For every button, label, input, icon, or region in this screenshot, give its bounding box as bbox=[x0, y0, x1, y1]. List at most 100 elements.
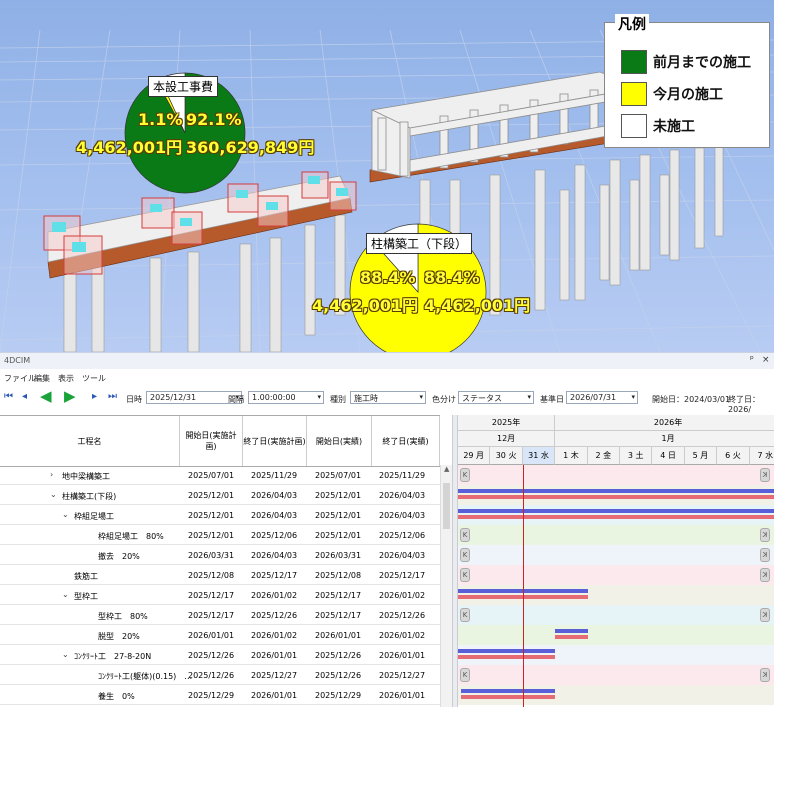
scroll-to-bar-right-icon[interactable]: K bbox=[760, 548, 770, 562]
gantt-actual-bar[interactable] bbox=[555, 635, 588, 639]
col-header-name[interactable]: 工程名 bbox=[0, 416, 180, 466]
menu-edit[interactable]: 編集 bbox=[34, 373, 50, 384]
gantt-day-header: 29 月 bbox=[458, 447, 491, 465]
pie-pct-right-column: 88.4% bbox=[424, 268, 480, 287]
gantt-chart: 2025年 2026年 12月 1月 29 月 30 火 31 水1 木2 金3 土4 日5… bbox=[458, 415, 774, 707]
type-select[interactable]: 施工時 ▾ bbox=[350, 391, 426, 404]
table-row[interactable]: 脱型 20% 2026/01/01 2026/01/02 2026/01/01 2026… bbox=[0, 625, 440, 645]
gantt-plan-bar[interactable] bbox=[458, 649, 556, 653]
color-select[interactable]: ステータス ▾ bbox=[458, 391, 534, 404]
gantt-day-header: 3 土 bbox=[620, 447, 653, 465]
table-row[interactable]: 養生 0% 2025/12/29 2026/01/01 2025/12/29 2026/… bbox=[0, 685, 440, 705]
actual-start-cell: 2025/12/26 bbox=[315, 651, 362, 660]
scroll-up-icon[interactable]: ▲ bbox=[444, 465, 449, 473]
legend-swatch-previous bbox=[621, 50, 647, 74]
chevron-down-icon[interactable]: ⌄ bbox=[62, 590, 69, 599]
chevron-down-icon[interactable]: ⌄ bbox=[62, 510, 69, 519]
task-name: 養生 0% bbox=[98, 692, 135, 701]
play-back-icon[interactable]: ◀ bbox=[40, 387, 52, 405]
table-row[interactable]: ｺﾝｸﾘｰﾄ工(躯体)(0.15) … 2025/12/26 2025/12/27 2… bbox=[0, 665, 440, 685]
table-row[interactable]: › 地中梁構築工 2025/07/01 2025/11/29 2025/07/01 202… bbox=[0, 465, 440, 485]
table-row[interactable]: ⌄ 枠組足場工 2025/12/01 2026/04/03 2025/12/01 2026… bbox=[0, 505, 440, 525]
gantt-plan-bar[interactable] bbox=[461, 689, 556, 693]
3d-viewport[interactable]: 本設工事費 1.1% 92.1% 4,462,001円 360,629,849円… bbox=[0, 0, 774, 352]
gantt-row bbox=[458, 665, 774, 685]
col-header-plan-start[interactable]: 開始日(実施計画) bbox=[180, 416, 243, 466]
task-name: 型枠工 80% bbox=[98, 612, 148, 621]
first-icon[interactable]: ⏮ bbox=[4, 391, 13, 402]
schedule-panel: 4DCIM ᵖ × ファイル 編集 表示 ツール ⏮ ◂ ◀ ▶ ▸ ⏭ 日時 … bbox=[0, 352, 774, 707]
right-frame bbox=[370, 71, 642, 179]
interval-label: 間隔 bbox=[228, 395, 244, 404]
gantt-actual-bar[interactable] bbox=[458, 515, 774, 519]
plan-start-cell: 2025/12/01 bbox=[188, 531, 235, 540]
scroll-to-bar-left-icon[interactable]: K bbox=[460, 528, 470, 542]
gantt-year-header: 2025年 bbox=[458, 415, 556, 431]
close-icon[interactable]: × bbox=[762, 355, 770, 365]
chevron-down-icon[interactable]: ⌄ bbox=[62, 650, 69, 659]
scroll-to-bar-right-icon[interactable]: K bbox=[760, 528, 770, 542]
chevron-right-icon[interactable]: › bbox=[50, 470, 53, 479]
scroll-thumb[interactable] bbox=[443, 483, 450, 529]
table-row[interactable]: 撤去 20% 2026/03/31 2026/04/03 2026/03/31 2026… bbox=[0, 545, 440, 565]
table-row[interactable]: 型枠工 80% 2025/12/17 2025/12/26 2025/12/17 202… bbox=[0, 605, 440, 625]
table-row[interactable]: ⌄ 型枠工 2025/12/17 2026/01/02 2025/12/17 2026/0… bbox=[0, 585, 440, 605]
plan-start-cell: 2025/12/26 bbox=[188, 651, 235, 660]
prev-icon[interactable]: ◂ bbox=[22, 391, 27, 402]
base-date-picker[interactable]: 2026/07/31 ▾ bbox=[566, 391, 638, 404]
chevron-down-icon[interactable]: ⌄ bbox=[50, 490, 57, 499]
actual-start-cell: 2025/12/17 bbox=[315, 611, 362, 620]
col-header-actual-start[interactable]: 開始日(実績) bbox=[307, 416, 372, 466]
scroll-to-bar-right-icon[interactable]: K bbox=[760, 668, 770, 682]
gantt-row bbox=[458, 565, 774, 585]
task-name: 撤去 20% bbox=[98, 552, 140, 561]
table-row[interactable]: 鉄筋工 2025/12/08 2025/12/17 2025/12/08 2025/12… bbox=[0, 565, 440, 585]
scroll-to-bar-left-icon[interactable]: K bbox=[460, 548, 470, 562]
next-icon[interactable]: ▸ bbox=[92, 391, 97, 402]
table-row[interactable]: ⌄ ｺﾝｸﾘｰﾄ工 27-8-20N 2025/12/26 2026/01/01 202… bbox=[0, 645, 440, 665]
gantt-plan-bar[interactable] bbox=[555, 629, 588, 633]
task-name: 枠組足場工 bbox=[74, 512, 114, 521]
scroll-to-bar-right-icon[interactable]: K bbox=[760, 568, 770, 582]
actual-start-cell: 2025/12/01 bbox=[315, 531, 362, 540]
gantt-actual-bar[interactable] bbox=[458, 655, 556, 659]
plan-end-cell: 2025/12/27 bbox=[251, 671, 298, 680]
col-header-actual-end[interactable]: 終了日(実績) bbox=[372, 416, 440, 466]
interval-select[interactable]: 1.00:00:00 ▾ bbox=[248, 391, 324, 404]
last-icon[interactable]: ⏭ bbox=[108, 391, 117, 402]
scroll-to-bar-left-icon[interactable]: K bbox=[460, 568, 470, 582]
table-row[interactable]: ⌄ 柱構築工(下段) 2025/12/01 2026/04/03 2025/12/01 2… bbox=[0, 485, 440, 505]
actual-start-cell: 2025/12/26 bbox=[315, 671, 362, 680]
scroll-to-bar-right-icon[interactable]: K bbox=[760, 468, 770, 482]
gantt-day-header: 30 火 bbox=[490, 447, 523, 465]
gantt-row bbox=[458, 545, 774, 565]
date-value: 2025/12/31 bbox=[150, 393, 197, 402]
play-icon[interactable]: ▶ bbox=[64, 387, 76, 405]
actual-end-cell: 2026/04/03 bbox=[379, 491, 426, 500]
gantt-row bbox=[458, 625, 774, 645]
menu-bar: ファイル 編集 表示 ツール bbox=[0, 369, 774, 385]
gantt-actual-bar[interactable] bbox=[461, 695, 556, 699]
plan-start-cell: 2025/07/01 bbox=[188, 471, 235, 480]
menu-view[interactable]: 表示 bbox=[58, 373, 74, 384]
actual-end-cell: 2026/01/02 bbox=[379, 631, 426, 640]
scroll-to-bar-left-icon[interactable]: K bbox=[460, 608, 470, 622]
base-date-value: 2026/07/31 bbox=[570, 393, 617, 402]
menu-tools[interactable]: ツール bbox=[82, 373, 106, 384]
scroll-to-bar-left-icon[interactable]: K bbox=[460, 468, 470, 482]
gantt-row bbox=[458, 465, 774, 485]
scroll-to-bar-right-icon[interactable]: K bbox=[760, 608, 770, 622]
col-header-plan-end[interactable]: 終了日(実施計画) bbox=[243, 416, 307, 466]
legend-label-previous: 前月までの施工 bbox=[653, 55, 751, 71]
gantt-actual-bar[interactable] bbox=[458, 495, 774, 499]
gantt-plan-bar[interactable] bbox=[458, 509, 774, 513]
gantt-plan-bar[interactable] bbox=[458, 489, 774, 493]
pin-icon[interactable]: ᵖ bbox=[750, 355, 754, 365]
date-label: 日時 bbox=[126, 395, 142, 404]
table-row[interactable]: 枠組足場工 80% 2025/12/01 2025/12/06 2025/12/01 2… bbox=[0, 525, 440, 545]
menu-file[interactable]: ファイル bbox=[4, 373, 36, 384]
actual-start-cell: 2025/12/01 bbox=[315, 491, 362, 500]
actual-end-cell: 2025/11/29 bbox=[379, 471, 426, 480]
task-name: 枠組足場工 80% bbox=[98, 532, 164, 541]
scroll-to-bar-left-icon[interactable]: K bbox=[460, 668, 470, 682]
